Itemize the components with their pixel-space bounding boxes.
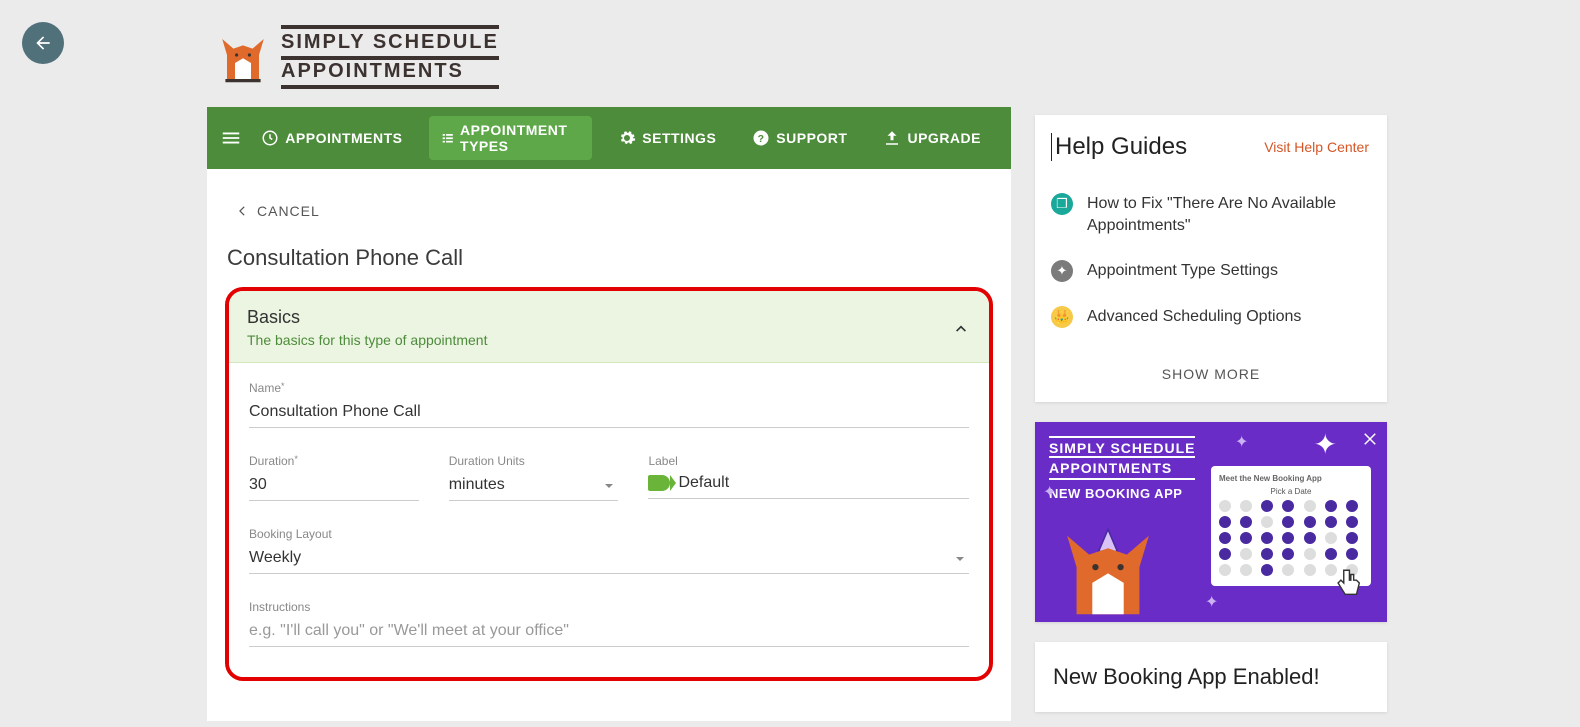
nav-support-label: SUPPORT: [776, 130, 847, 146]
fox-party-icon: [1053, 520, 1163, 622]
basics-header[interactable]: Basics The basics for this type of appoi…: [229, 291, 989, 363]
svg-text:?: ?: [758, 133, 765, 145]
basics-section: Basics The basics for this type of appoi…: [225, 287, 993, 681]
list-icon: [441, 129, 455, 147]
instructions-input[interactable]: [249, 618, 969, 647]
promo-banner: SIMPLY SCHEDULE APPOINTMENTS NEW BOOKING…: [1035, 422, 1387, 622]
help-item-advanced[interactable]: 👑 Advanced Scheduling Options: [1051, 294, 1371, 340]
nav-upgrade[interactable]: UPGRADE: [865, 119, 999, 157]
color-label: Label: [648, 454, 969, 468]
tag-icon: [648, 475, 670, 491]
clock-icon: [261, 129, 279, 147]
help-item-label: How to Fix "There Are No Available Appoi…: [1087, 193, 1371, 236]
cursor-hand-icon: [1331, 566, 1365, 600]
gear-icon: [618, 129, 636, 147]
help-item-type-settings[interactable]: ✦ Appointment Type Settings: [1051, 248, 1371, 294]
help-guides-panel: Help Guides Visit Help Center ❐ How to F…: [1035, 115, 1387, 402]
arrow-left-icon: [33, 33, 53, 53]
name-input[interactable]: [249, 399, 969, 428]
help-icon: ?: [752, 129, 770, 147]
nav-support[interactable]: ? SUPPORT: [734, 119, 865, 157]
fox-logo-icon: [219, 29, 267, 89]
basics-title: Basics: [247, 307, 487, 328]
cancel-label: CANCEL: [257, 203, 320, 219]
visit-help-center-link[interactable]: Visit Help Center: [1264, 139, 1369, 155]
menu-toggle[interactable]: [219, 127, 243, 149]
instructions-label: Instructions: [249, 600, 969, 614]
layout-label: Booking Layout: [249, 527, 969, 541]
enabled-title: New Booking App Enabled!: [1053, 664, 1320, 689]
back-button[interactable]: [22, 22, 64, 64]
nav-appointments[interactable]: APPOINTMENTS: [243, 119, 420, 157]
chevron-up-icon: [951, 318, 971, 338]
basics-subtitle: The basics for this type of appointment: [247, 332, 487, 348]
color-select[interactable]: Default: [648, 472, 969, 499]
color-value: Default: [678, 474, 729, 491]
upload-icon: [883, 129, 901, 147]
chevron-left-icon: [235, 204, 249, 218]
close-icon: [1361, 430, 1379, 448]
duration-label: Duration*: [249, 454, 419, 468]
logo-line-2: APPOINTMENTS: [281, 60, 499, 89]
hamburger-icon: [220, 127, 242, 149]
duration-units-select[interactable]: [449, 472, 619, 501]
name-label: Name*: [249, 381, 969, 395]
nav-settings-label: SETTINGS: [642, 130, 716, 146]
logo-text: SIMPLY SCHEDULE APPOINTMENTS: [281, 25, 499, 89]
app-logo: SIMPLY SCHEDULE APPOINTMENTS: [207, 15, 1011, 107]
logo-line-1: SIMPLY SCHEDULE: [281, 25, 499, 60]
duration-units-label: Duration Units: [449, 454, 619, 468]
show-more-button[interactable]: SHOW MORE: [1035, 350, 1387, 402]
crown-icon: 👑: [1051, 306, 1073, 328]
promo-close-button[interactable]: [1361, 428, 1379, 454]
nav-appointment-types-label: APPOINTMENT TYPES: [460, 122, 580, 154]
nav-upgrade-label: UPGRADE: [907, 130, 981, 146]
new-booking-app-panel: New Booking App Enabled!: [1035, 642, 1387, 712]
nav-settings[interactable]: SETTINGS: [600, 119, 734, 157]
help-item-no-available[interactable]: ❐ How to Fix "There Are No Available App…: [1051, 181, 1371, 248]
duration-input[interactable]: [249, 472, 419, 501]
nav-appointment-types[interactable]: APPOINTMENT TYPES: [429, 116, 593, 160]
chat-icon: ❐: [1051, 193, 1073, 215]
main-navbar: APPOINTMENTS APPOINTMENT TYPES SETTINGS …: [207, 107, 1011, 169]
layout-select[interactable]: [249, 545, 969, 574]
promo-text: SIMPLY SCHEDULE APPOINTMENTS NEW BOOKING…: [1049, 436, 1195, 501]
nav-appointments-label: APPOINTMENTS: [285, 130, 402, 146]
help-title: Help Guides: [1051, 133, 1187, 161]
cancel-button[interactable]: CANCEL: [225, 189, 993, 245]
page-title: Consultation Phone Call: [225, 245, 993, 287]
help-item-label: Appointment Type Settings: [1087, 260, 1278, 282]
sparkle-icon: ✦: [1051, 260, 1073, 282]
help-item-label: Advanced Scheduling Options: [1087, 306, 1301, 328]
